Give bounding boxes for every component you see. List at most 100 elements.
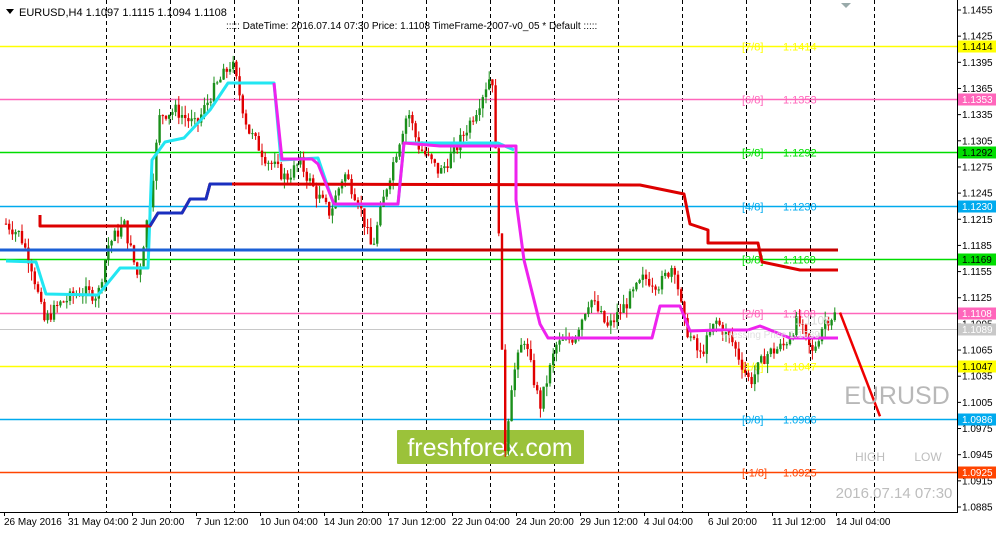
candle-body [321,194,324,198]
candle-body [254,133,257,137]
candle-body [436,162,440,174]
candle-body [670,268,673,277]
candle-body [465,132,468,136]
candle-body [11,229,14,235]
price-tick-label: 1.1305 [962,136,993,147]
level-label: [4/8] [742,202,763,214]
candle-body [168,114,171,119]
candle-body [129,243,132,246]
price-badge-text: 1.1414 [962,42,993,53]
candle-body [817,341,820,347]
candle-body [68,291,72,301]
candle-body [238,76,241,96]
candle-body [603,311,606,323]
time-ticks: 26 May 2016 31 May 04:00 2 Jun 20:00 7 Jun … [4,512,891,528]
level-label: [5/8] [742,148,763,160]
candle-body [648,278,651,286]
candle-body [8,223,11,230]
candle-body [667,272,670,277]
candle-body [283,173,286,180]
price-tick-label: 1.1215 [962,215,993,226]
candle-body [228,69,232,72]
candle-body [529,349,532,361]
candle-body [292,165,296,178]
price-tick-label: 1.1245 [962,189,993,200]
candle-body [673,268,676,275]
price-badge-text: 1.1292 [962,148,993,159]
level-label: [6/8] [742,95,763,107]
candle-body [372,243,376,245]
candle-body [56,305,59,307]
price-chart[interactable]: [7/8] 1.1414 [6/8] 1.1353 [5/8] 1.1292 [4/8] 1.… [0,0,1001,534]
candle-body [737,348,740,360]
scroll-arrow-icon[interactable] [841,3,851,8]
time-tick-label: 6 Jul 20:00 [708,517,757,528]
candle-body [222,68,225,80]
candle-body [94,298,97,301]
candle-body [520,344,523,353]
time-tick-label: 2 Jun 20:00 [132,517,185,528]
caret-down-icon[interactable] [6,9,14,14]
price-tick-label: 1.1395 [962,58,993,69]
candle-body [110,240,113,246]
candle-body [30,263,33,272]
time-tick-label: 14 Jul 04:00 [836,517,891,528]
candle-body [504,349,507,452]
time-tick-label: 29 Jun 12:00 [580,517,638,528]
candle-body [296,164,299,166]
candle-body [187,118,190,122]
candle-body [548,364,552,384]
candle-body [308,178,312,181]
candle-body [161,115,164,117]
candle-body [241,95,244,114]
candle-body [209,101,212,103]
candle-body [833,312,836,321]
candle-body [657,289,660,291]
candle-body [257,136,260,151]
level-value: 1.0925 [783,468,817,480]
candle-body [276,161,280,165]
candle-body [664,272,667,276]
candle-body [782,343,785,346]
time-tick-label: 10 Jun 04:00 [260,517,318,528]
candle-body [494,85,497,149]
candle-body [244,113,248,125]
price-tick-label: 1.1335 [962,110,993,121]
candle-body [395,156,398,163]
candle-body [481,97,484,109]
time-tick-label: 22 Jun 04:00 [452,517,510,528]
candle-body [14,232,17,235]
candle-body [404,118,408,134]
candle-body [632,289,635,292]
blue-ma-line [148,182,232,227]
high-label: HIGH [855,450,885,464]
candle-body [811,345,814,351]
candle-body [440,168,443,174]
brand-watermark: freshforex.com [397,430,584,464]
candle-body [577,329,580,337]
price-tick-label: 1.1065 [962,346,993,357]
candle-body [779,343,782,350]
symbol-info: EURUSD,H4 1.1097 1.1115 1.1094 1.1108 [19,7,227,19]
candle-body [622,304,625,313]
candle-body [536,385,539,391]
candle-body [33,271,36,285]
candle-body [475,115,478,122]
candle-body [379,206,382,226]
candle-body [705,335,708,354]
candle-body [692,336,696,339]
candle-body [20,230,24,244]
level-value: 1.1292 [783,148,817,160]
price-badge-text: 1.1108 [962,309,992,320]
price-badge-text: 1.0925 [962,468,993,479]
candle-body [116,230,120,237]
candle-body [660,275,664,290]
price-tick-label: 1.1125 [962,293,992,304]
candle-body [398,144,401,157]
candle-body [219,79,222,83]
candle-body [625,304,628,309]
low-label: LOW [914,450,942,464]
candle-body [609,320,612,326]
candle-body [17,230,20,233]
candle-body [248,124,251,134]
